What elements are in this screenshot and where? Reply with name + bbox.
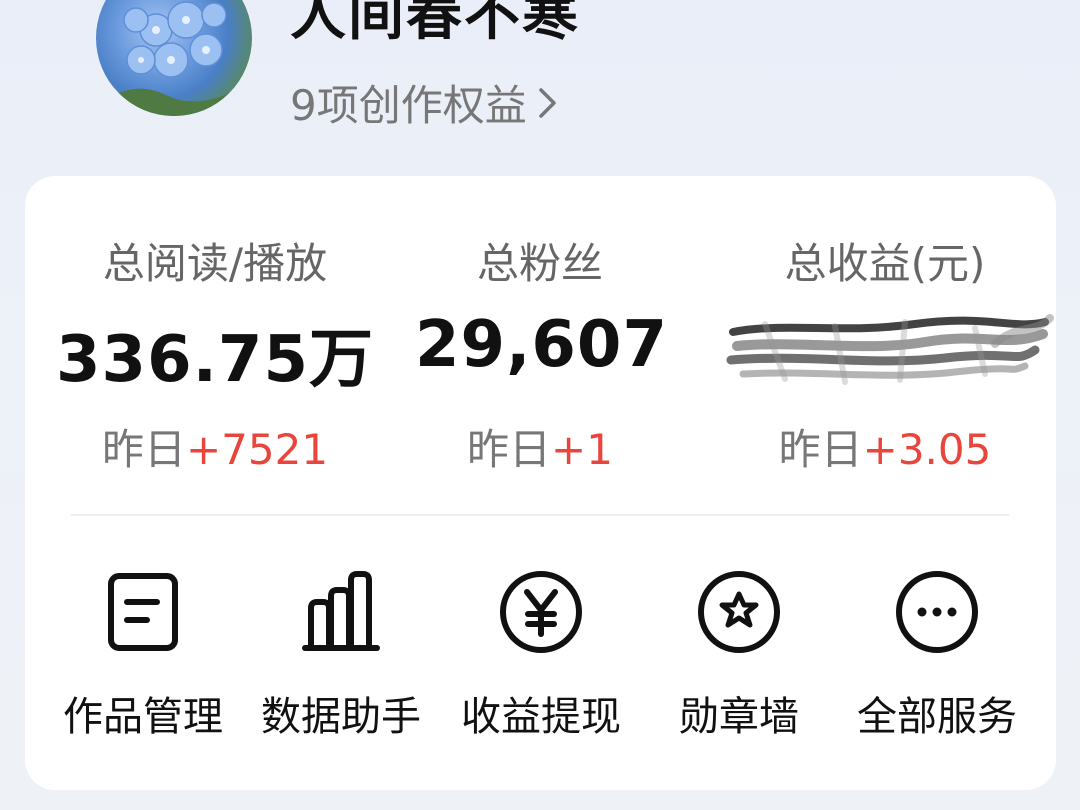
bar-chart-icon <box>297 568 385 656</box>
stats-row: 总阅读/播放 336.75万 昨日+7521 总粉丝 29,607 昨日+1 总… <box>25 176 1056 496</box>
creator-rights-link[interactable]: 9项创作权益 <box>290 72 559 133</box>
creator-rights-text: 9项创作权益 <box>290 81 527 130</box>
stat-label: 总阅读/播放 <box>102 239 328 288</box>
service-income-withdraw[interactable]: 收益提现 <box>441 556 641 756</box>
stat-delta-value: +1 <box>551 425 613 474</box>
medal-star-icon <box>695 568 783 656</box>
stat-value: 336.75万 <box>56 323 374 397</box>
service-works-management[interactable]: 作品管理 <box>43 556 243 756</box>
service-label: 收益提现 <box>461 694 621 740</box>
stat-label: 总收益(元) <box>784 239 986 288</box>
stat-delta: 昨日+1 <box>415 416 665 477</box>
stat-delta: 昨日+7521 <box>45 416 385 477</box>
service-medal-wall[interactable]: 勋章墙 <box>639 556 839 756</box>
service-label: 勋章墙 <box>679 694 799 740</box>
stat-value: 29,607 <box>415 308 668 382</box>
redacted-value-scribble <box>726 314 1054 385</box>
chevron-right-icon <box>538 87 556 118</box>
profile-header: 人间春不寒 9项创作权益 <box>0 0 1080 170</box>
service-data-assistant[interactable]: 数据助手 <box>241 556 441 756</box>
stat-delta-value: +3.05 <box>862 425 992 474</box>
service-all-services[interactable]: 全部服务 <box>837 556 1037 756</box>
service-label: 作品管理 <box>63 694 223 740</box>
service-label: 全部服务 <box>857 694 1017 740</box>
username: 人间春不寒 <box>290 0 580 48</box>
more-circle-icon <box>893 568 981 656</box>
flower-avatar-icon <box>96 1 252 116</box>
divider <box>71 514 1009 516</box>
stat-delta-prefix: 昨日 <box>467 425 552 474</box>
services-row: 作品管理 数据助手 收益提现 勋章墙 全部服务 <box>25 556 1056 756</box>
service-label: 数据助手 <box>261 694 421 740</box>
stat-delta-prefix: 昨日 <box>778 425 863 474</box>
yen-circle-icon <box>497 568 585 656</box>
creator-dashboard-card: 总阅读/播放 336.75万 昨日+7521 总粉丝 29,607 昨日+1 总… <box>25 176 1056 790</box>
avatar[interactable] <box>96 0 252 116</box>
stat-label: 总粉丝 <box>476 239 603 288</box>
stat-delta-prefix: 昨日 <box>101 425 186 474</box>
stat-delta: 昨日+3.05 <box>715 416 1055 477</box>
stat-delta-value: +7521 <box>185 425 329 474</box>
document-icon <box>99 568 187 656</box>
